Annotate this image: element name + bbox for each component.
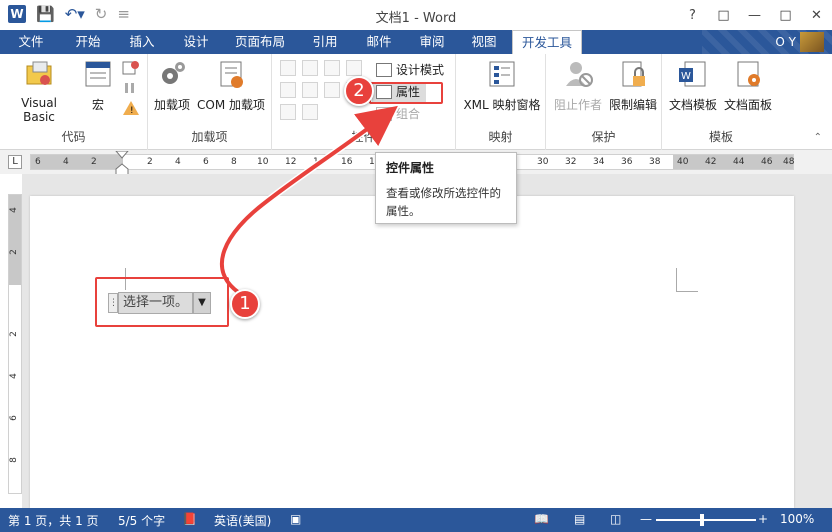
macro-record-icon[interactable]: ▣ [290, 512, 301, 526]
annotation-arrow [218, 105, 398, 300]
word-count[interactable]: 5/5 个字 [118, 512, 165, 529]
step-badge-2: 2 [344, 76, 374, 106]
page-count[interactable]: 第 1 页，共 1 页 [8, 512, 99, 529]
print-layout-icon[interactable]: ▤ [574, 512, 585, 526]
proofing-icon[interactable]: 📕 [182, 512, 197, 526]
zoom-slider-thumb[interactable] [700, 514, 704, 526]
zoom-out-icon[interactable]: — [640, 512, 652, 526]
highlight-properties [369, 82, 443, 104]
highlight-content-control [95, 277, 229, 327]
language[interactable]: 英语(美国) [214, 512, 271, 529]
zoom-slider-track[interactable] [656, 519, 756, 521]
read-mode-icon[interactable]: 📖 [534, 512, 549, 526]
web-layout-icon[interactable]: ◫ [610, 512, 621, 526]
zoom-in-icon[interactable]: + [758, 512, 768, 526]
zoom-level[interactable]: 100% [780, 512, 814, 526]
status-bar: 第 1 页，共 1 页 5/5 个字 📕 英语(美国) ▣ 📖 ▤ ◫ — + … [0, 508, 832, 532]
step-badge-1: 1 [230, 289, 260, 319]
